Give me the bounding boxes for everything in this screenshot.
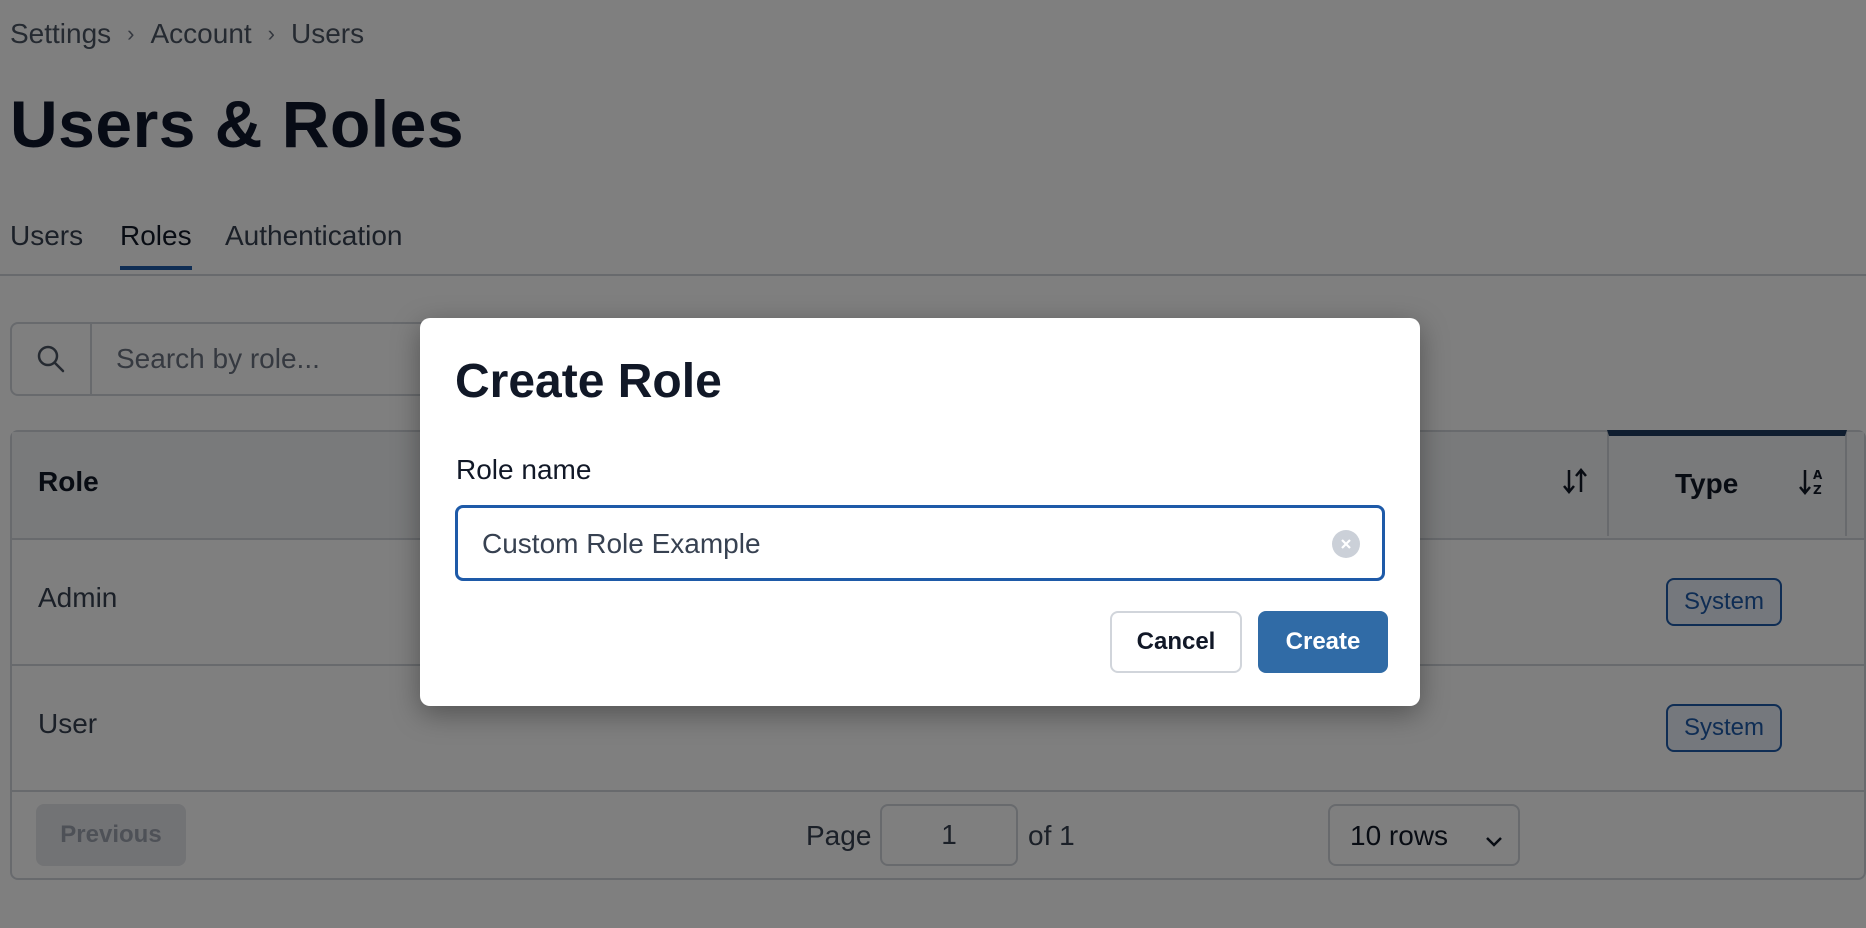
role-name-label: Role name [456, 454, 592, 485]
role-name-field [455, 505, 1385, 581]
role-name-input[interactable] [458, 508, 1324, 580]
create-role-dialog: Create Role Role name Cancel Create [420, 318, 1420, 706]
users-roles-page: Settings › Account › Users Users & Roles… [0, 0, 1866, 928]
cancel-button[interactable]: Cancel [1110, 611, 1242, 673]
clear-icon[interactable] [1332, 530, 1360, 558]
create-button[interactable]: Create [1258, 611, 1388, 673]
dialog-title: Create Role [455, 355, 722, 408]
